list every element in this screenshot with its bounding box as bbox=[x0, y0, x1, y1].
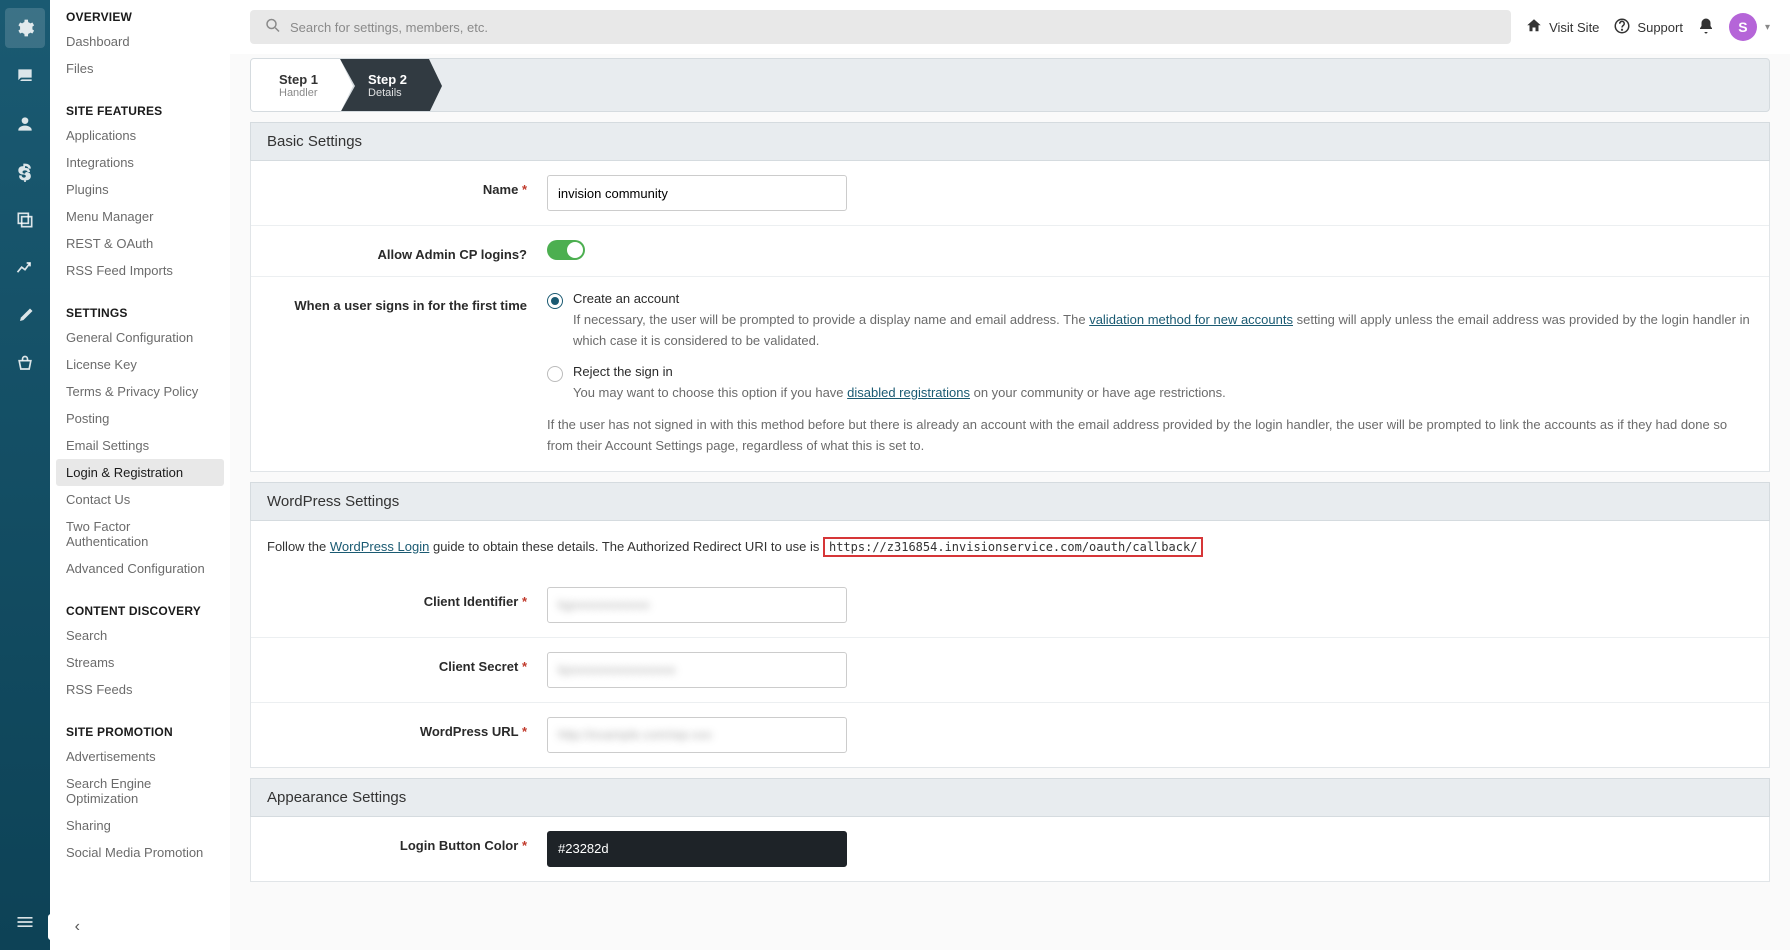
opt-reject-desc: You may want to choose this option if yo… bbox=[573, 383, 1753, 404]
login-color-input[interactable] bbox=[547, 831, 847, 867]
wizard-steps: Step 1 Handler Step 2 Details bbox=[250, 58, 1770, 112]
sidebar: OVERVIEW Dashboard Files SITE FEATURES A… bbox=[50, 0, 230, 950]
sidebar-item-seo[interactable]: Search Engine Optimization bbox=[50, 770, 230, 812]
allow-admin-label: Allow Admin CP logins? bbox=[267, 240, 547, 262]
sidebar-item-dashboard[interactable]: Dashboard bbox=[50, 28, 230, 55]
sidebar-item-plugins[interactable]: Plugins bbox=[50, 176, 230, 203]
support-link[interactable]: Support bbox=[1613, 17, 1683, 38]
sidebar-item-social-media-promotion[interactable]: Social Media Promotion bbox=[50, 839, 230, 866]
step-1-sub: Handler bbox=[279, 87, 318, 99]
rail-system-icon[interactable] bbox=[5, 8, 45, 48]
section-header-appearance: Appearance Settings bbox=[250, 778, 1770, 817]
sidebar-item-login-registration[interactable]: Login & Registration bbox=[56, 459, 224, 486]
sidebar-item-menu-manager[interactable]: Menu Manager bbox=[50, 203, 230, 230]
sidebar-item-integrations[interactable]: Integrations bbox=[50, 149, 230, 176]
opt-reject-title: Reject the sign in bbox=[573, 364, 1753, 379]
name-label: Name * bbox=[267, 175, 547, 211]
disabled-registrations-link[interactable]: disabled registrations bbox=[847, 385, 970, 400]
step-1[interactable]: Step 1 Handler bbox=[251, 59, 340, 111]
home-icon bbox=[1525, 17, 1543, 38]
sidebar-item-license-key[interactable]: License Key bbox=[50, 351, 230, 378]
rail-stats-icon[interactable] bbox=[5, 248, 45, 288]
step-1-title: Step 1 bbox=[279, 72, 318, 87]
sidebar-section-site-promotion: SITE PROMOTION bbox=[50, 719, 230, 743]
search-icon bbox=[264, 17, 282, 38]
client-id-label: Client Identifier * bbox=[267, 587, 547, 623]
first-signin-label: When a user signs in for the first time bbox=[267, 291, 547, 457]
validation-method-link[interactable]: validation method for new accounts bbox=[1089, 312, 1293, 327]
wordpress-login-link[interactable]: WordPress Login bbox=[330, 539, 429, 554]
rail-customization-icon[interactable] bbox=[5, 296, 45, 336]
visit-site-link[interactable]: Visit Site bbox=[1525, 17, 1599, 38]
signin-note: If the user has not signed in with this … bbox=[547, 415, 1753, 457]
sidebar-section-overview: OVERVIEW bbox=[50, 4, 230, 28]
sidebar-item-contact-us[interactable]: Contact Us bbox=[50, 486, 230, 513]
client-id-input[interactable]: kgxxxxxxxxxxxx bbox=[547, 587, 847, 623]
visit-site-label: Visit Site bbox=[1549, 20, 1599, 35]
chevron-down-icon: ▾ bbox=[1765, 22, 1770, 33]
topbar: Visit Site Support S ▾ bbox=[230, 0, 1790, 54]
section-header-wordpress: WordPress Settings bbox=[250, 482, 1770, 521]
sidebar-item-streams[interactable]: Streams bbox=[50, 649, 230, 676]
sidebar-collapse-button[interactable]: ‹ bbox=[48, 914, 88, 940]
section-header-basic: Basic Settings bbox=[250, 122, 1770, 161]
rail-copy-icon[interactable] bbox=[5, 200, 45, 240]
sidebar-section-settings: SETTINGS bbox=[50, 300, 230, 324]
login-color-label: Login Button Color * bbox=[267, 831, 547, 867]
support-label: Support bbox=[1637, 20, 1683, 35]
search-input[interactable] bbox=[250, 10, 1511, 44]
wp-url-input[interactable]: http://example.com/wp-xxx bbox=[547, 717, 847, 753]
redirect-uri-code: https://z316854.invisionservice.com/oaut… bbox=[823, 537, 1203, 557]
icon-rail bbox=[0, 0, 50, 950]
name-input[interactable] bbox=[547, 175, 847, 211]
sidebar-section-site-features: SITE FEATURES bbox=[50, 98, 230, 122]
wp-url-label: WordPress URL * bbox=[267, 717, 547, 753]
step-2-sub: Details bbox=[368, 87, 407, 99]
help-icon bbox=[1613, 17, 1631, 38]
main: Visit Site Support S ▾ Step 1 Handler bbox=[230, 0, 1790, 950]
rail-members-icon[interactable] bbox=[5, 104, 45, 144]
sidebar-item-search[interactable]: Search bbox=[50, 622, 230, 649]
radio-create-account[interactable] bbox=[547, 293, 563, 309]
sidebar-item-rest-oauth[interactable]: REST & OAuth bbox=[50, 230, 230, 257]
bell-icon bbox=[1697, 17, 1715, 38]
sidebar-item-advertisements[interactable]: Advertisements bbox=[50, 743, 230, 770]
step-2-title: Step 2 bbox=[368, 72, 407, 87]
avatar: S bbox=[1729, 13, 1757, 41]
opt-create-desc: If necessary, the user will be prompted … bbox=[573, 310, 1753, 352]
sidebar-item-general-configuration[interactable]: General Configuration bbox=[50, 324, 230, 351]
rail-menu-icon[interactable] bbox=[5, 902, 45, 942]
client-secret-input[interactable]: kpxxxxxxxxxxxxxxxx bbox=[547, 652, 847, 688]
notifications-button[interactable] bbox=[1697, 17, 1715, 38]
sidebar-item-rss-feeds[interactable]: RSS Feeds bbox=[50, 676, 230, 703]
sidebar-item-email-settings[interactable]: Email Settings bbox=[50, 432, 230, 459]
sidebar-item-rss-feed-imports[interactable]: RSS Feed Imports bbox=[50, 257, 230, 284]
sidebar-item-terms-privacy[interactable]: Terms & Privacy Policy bbox=[50, 378, 230, 405]
rail-chat-icon[interactable] bbox=[5, 56, 45, 96]
rail-commerce-icon[interactable] bbox=[5, 152, 45, 192]
sidebar-item-sharing[interactable]: Sharing bbox=[50, 812, 230, 839]
allow-admin-toggle[interactable] bbox=[547, 240, 585, 260]
rail-marketplace-icon[interactable] bbox=[5, 344, 45, 384]
opt-create-title: Create an account bbox=[573, 291, 1753, 306]
client-secret-label: Client Secret * bbox=[267, 652, 547, 688]
wordpress-instructions: Follow the WordPress Login guide to obta… bbox=[251, 521, 1769, 573]
sidebar-item-applications[interactable]: Applications bbox=[50, 122, 230, 149]
sidebar-item-advanced-configuration[interactable]: Advanced Configuration bbox=[50, 555, 230, 582]
sidebar-section-content-discovery: CONTENT DISCOVERY bbox=[50, 598, 230, 622]
sidebar-item-posting[interactable]: Posting bbox=[50, 405, 230, 432]
radio-reject-signin[interactable] bbox=[547, 366, 563, 382]
user-menu[interactable]: S ▾ bbox=[1729, 13, 1770, 41]
sidebar-item-two-factor-auth[interactable]: Two Factor Authentication bbox=[50, 513, 230, 555]
sidebar-item-files[interactable]: Files bbox=[50, 55, 230, 82]
